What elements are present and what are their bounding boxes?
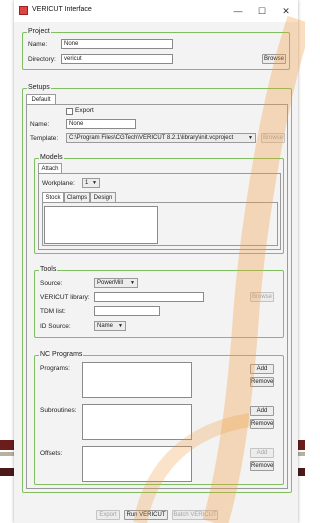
- project-directory-field[interactable]: vericut: [61, 54, 173, 64]
- tdm-list-field[interactable]: [94, 306, 160, 316]
- workplane-value: 1: [85, 180, 89, 186]
- vericut-library-field[interactable]: [94, 292, 204, 302]
- programs-remove-button[interactable]: Remove: [250, 377, 274, 387]
- subroutines-add-button[interactable]: Add: [250, 406, 274, 416]
- id-source-value: Name: [97, 323, 114, 329]
- export-checkbox[interactable]: [66, 108, 73, 115]
- project-name-label: Name:: [28, 41, 48, 48]
- export-button[interactable]: Export: [96, 510, 120, 520]
- setup-name-label: Name:: [30, 121, 50, 128]
- programs-add-button[interactable]: Add: [250, 364, 274, 374]
- tools-group: Tools: [34, 266, 284, 338]
- app-icon: [19, 6, 28, 15]
- programs-list[interactable]: [82, 362, 192, 398]
- chevron-down-icon: ▼: [130, 280, 135, 286]
- project-group-label: Project: [27, 28, 51, 36]
- title-bar: VERICUT Interface — ☐ ✕: [14, 0, 298, 22]
- offsets-label: Offsets:: [40, 450, 63, 457]
- chevron-down-icon: ▼: [118, 323, 123, 329]
- workplane-label: Workplane:: [42, 180, 75, 187]
- source-combo[interactable]: PowerMill ▼: [94, 278, 138, 288]
- maximize-button[interactable]: ☐: [250, 3, 274, 19]
- tools-group-label: Tools: [39, 266, 58, 274]
- run-vericut-button[interactable]: Run VERICUT: [124, 510, 168, 520]
- batch-vericut-button[interactable]: Batch VERICUT: [172, 510, 218, 520]
- id-source-label: ID Source:: [40, 323, 71, 330]
- workplane-combo[interactable]: 1 ▼: [82, 178, 100, 188]
- tdm-list-label: TDM list:: [40, 308, 66, 315]
- id-source-combo[interactable]: Name ▼: [94, 321, 126, 331]
- template-combo[interactable]: C:\Program Files\CGTech\VERICUT 8.2.1\li…: [66, 133, 256, 143]
- project-directory-label: Directory:: [28, 56, 56, 63]
- template-label: Template:: [30, 135, 59, 142]
- offsets-list[interactable]: [82, 446, 192, 482]
- minimize-button[interactable]: —: [226, 3, 250, 19]
- library-browse-button[interactable]: Browse: [250, 292, 274, 302]
- vericut-library-label: VERICUT library:: [40, 294, 90, 301]
- chevron-down-icon: ▼: [248, 135, 253, 141]
- nc-programs-group-label: NC Programs: [39, 351, 84, 359]
- window-title: VERICUT Interface: [32, 6, 92, 13]
- source-value: PowerMill: [97, 280, 124, 286]
- project-browse-button[interactable]: Browse: [262, 54, 286, 64]
- subroutines-remove-button[interactable]: Remove: [250, 419, 274, 429]
- subroutines-label: Subroutines:: [40, 407, 77, 414]
- template-browse-button[interactable]: Browse: [261, 133, 285, 143]
- export-label: Export: [75, 107, 94, 114]
- subroutines-list[interactable]: [82, 404, 192, 440]
- close-button[interactable]: ✕: [274, 3, 298, 19]
- models-group-label: Models: [39, 154, 64, 162]
- chevron-down-icon: ▼: [92, 180, 97, 186]
- project-group: Project: [22, 28, 290, 70]
- setup-name-field[interactable]: None: [66, 119, 136, 129]
- offsets-add-button[interactable]: Add: [250, 448, 274, 458]
- stock-list[interactable]: [44, 206, 158, 244]
- offsets-remove-button[interactable]: Remove: [250, 461, 274, 471]
- setups-group-label: Setups: [27, 84, 51, 92]
- programs-label: Programs:: [40, 365, 70, 372]
- source-label: Source:: [40, 280, 63, 287]
- template-value: C:\Program Files\CGTech\VERICUT 8.2.1\li…: [69, 135, 234, 141]
- vericut-interface-window: VERICUT Interface — ☐ ✕ Project Name: No…: [14, 0, 298, 523]
- project-name-field[interactable]: None: [61, 39, 173, 49]
